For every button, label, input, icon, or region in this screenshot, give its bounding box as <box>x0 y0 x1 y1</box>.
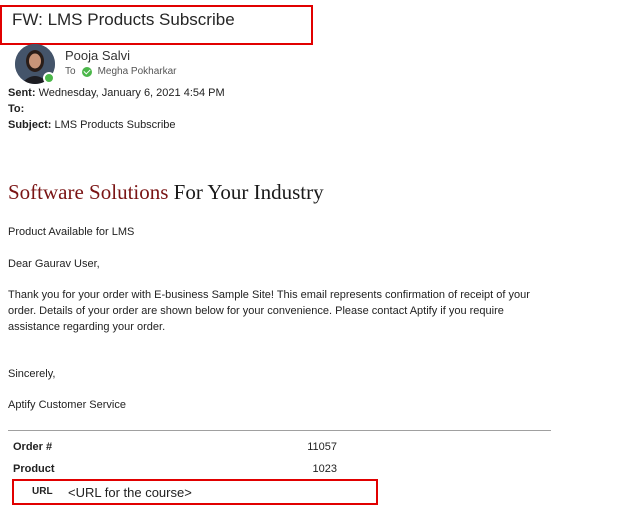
order-value: 11057 <box>307 441 337 453</box>
product-line: Product Available for LMS <box>8 226 135 238</box>
to-prefix: To <box>65 66 76 77</box>
body-paragraph: Thank you for your order with E-business… <box>8 289 530 333</box>
recipient-name[interactable]: Megha Pokharkar <box>98 66 177 77</box>
greeting: Dear Gaurav User, <box>8 258 100 270</box>
recipient-row: To Megha Pokharkar <box>65 66 177 77</box>
to-row: To: <box>8 103 24 115</box>
highlight-box-url <box>12 479 378 505</box>
order-label: Order # <box>13 441 53 453</box>
sent-label: Sent: <box>8 87 36 99</box>
highlight-box-subject <box>0 5 313 45</box>
sent-row: Sent: Wednesday, January 6, 2021 4:54 PM <box>8 87 225 99</box>
subject-value: LMS Products Subscribe <box>54 119 176 131</box>
available-check-icon <box>81 66 92 77</box>
subject-label: Subject: <box>8 119 52 131</box>
sender-name[interactable]: Pooja Salvi <box>65 48 130 63</box>
table-divider <box>8 430 551 431</box>
subject-row: Subject: LMS Products Subscribe <box>8 119 176 131</box>
headline-rest: For Your Industry <box>173 180 324 204</box>
to-label: To: <box>8 103 25 115</box>
product-label: Product <box>13 463 55 475</box>
headline: Software Solutions For Your Industry <box>8 180 324 205</box>
product-value: 1023 <box>312 463 337 475</box>
sent-value: Wednesday, January 6, 2021 4:54 PM <box>38 87 225 99</box>
signature: Aptify Customer Service <box>8 399 126 411</box>
closing: Sincerely, <box>8 368 56 380</box>
headline-accent: Software Solutions <box>8 180 169 204</box>
presence-available-icon <box>43 72 55 84</box>
